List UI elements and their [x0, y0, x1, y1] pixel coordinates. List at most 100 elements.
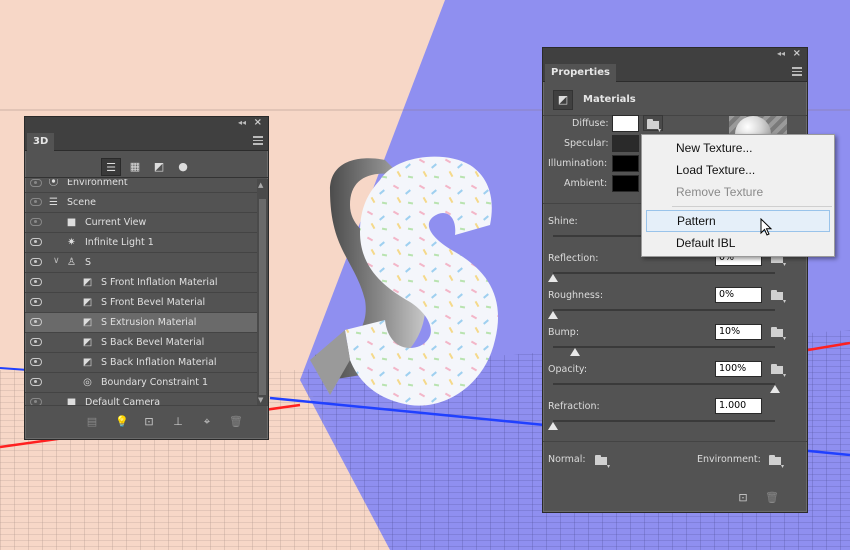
caret-icon: ▾: [781, 463, 785, 470]
tab-properties[interactable]: Properties: [545, 64, 616, 82]
scroll-up-icon[interactable]: ▲: [258, 181, 263, 189]
light-filter-icon[interactable]: ●: [173, 158, 193, 176]
tab-3d[interactable]: 3D: [27, 133, 55, 151]
tree-row[interactable]: ◎ Boundary Constraint 1: [25, 373, 257, 393]
mouse-cursor-icon: [760, 218, 773, 236]
visibility-eye-icon[interactable]: [30, 358, 42, 366]
shine-label: Shine:: [548, 216, 578, 227]
ambient-label: Ambient:: [564, 178, 608, 189]
panel-menu-icon[interactable]: [792, 67, 802, 76]
menu-item-load-texture[interactable]: Load Texture...: [642, 159, 834, 181]
opacity-slider[interactable]: [553, 383, 775, 385]
tree-row[interactable]: ☰ Scene: [25, 193, 257, 213]
close-icon[interactable]: ×: [793, 48, 801, 59]
roughness-texture-button[interactable]: ▾: [771, 287, 791, 305]
material-filter-icon[interactable]: ◩: [149, 158, 169, 176]
panel-tab-bar: 3D: [25, 131, 268, 151]
scene-filter-icon[interactable]: ☰: [101, 158, 121, 176]
tree-row[interactable]: ◩ S Back Bevel Material: [25, 333, 257, 353]
reflection-slider[interactable]: [553, 272, 775, 274]
tree-row[interactable]: ◩ S Front Inflation Material: [25, 273, 257, 293]
texture-context-menu: New Texture... Load Texture... Remove Te…: [641, 134, 835, 257]
bump-input[interactable]: 10%: [715, 324, 762, 340]
add-light-icon[interactable]: 💡: [115, 415, 129, 429]
bump-slider-thumb[interactable]: [570, 348, 581, 356]
tree-row[interactable]: ∨ ♙ S: [25, 253, 257, 273]
tree-row-label: S Front Bevel Material: [101, 297, 206, 308]
delete-icon[interactable]: 🗑: [229, 415, 243, 429]
tree-row[interactable]: ◩ S Front Bevel Material: [25, 293, 257, 313]
reflection-slider-thumb[interactable]: [548, 274, 558, 282]
collapse-icon[interactable]: ◂◂: [238, 118, 246, 127]
section-title: Materials: [583, 94, 636, 105]
scroll-thumb[interactable]: [259, 199, 266, 395]
bump-texture-button[interactable]: ▾: [771, 324, 791, 342]
chevron-down-icon[interactable]: ∨: [53, 256, 60, 266]
panel-titlebar[interactable]: ◂◂ ×: [543, 48, 807, 62]
environment-icon: ⦿: [48, 179, 59, 188]
specular-color-swatch[interactable]: [612, 135, 639, 152]
normal-texture-button[interactable]: ▾: [595, 452, 615, 470]
scroll-down-icon[interactable]: ▼: [258, 396, 263, 404]
visibility-eye-icon[interactable]: [30, 338, 42, 346]
visibility-eye-icon[interactable]: [30, 318, 42, 326]
diffuse-color-swatch[interactable]: [612, 115, 639, 132]
opacity-texture-button[interactable]: ▾: [771, 361, 791, 379]
visibility-eye-icon[interactable]: [30, 218, 42, 226]
visibility-eye-icon[interactable]: [30, 238, 42, 246]
panel-menu-icon[interactable]: [253, 136, 263, 145]
collapse-icon[interactable]: ◂◂: [777, 49, 785, 58]
new-object-icon[interactable]: ⊡: [142, 415, 156, 429]
tree-row[interactable]: ◩ S Extrusion Material: [25, 313, 257, 333]
tree-row-label: Default Camera: [85, 397, 161, 405]
visibility-eye-icon[interactable]: [30, 278, 42, 286]
new-material-icon[interactable]: ⊡: [736, 491, 750, 505]
visibility-eye-icon[interactable]: [30, 198, 42, 206]
ambient-color-swatch[interactable]: [612, 175, 639, 192]
tree-row[interactable]: ◩ S Back Inflation Material: [25, 353, 257, 373]
material-icon: ◩: [82, 337, 93, 348]
visibility-eye-icon[interactable]: [30, 258, 42, 266]
menu-item-new-texture[interactable]: New Texture...: [642, 137, 834, 159]
environment-label: Environment:: [697, 454, 761, 465]
illumination-color-swatch[interactable]: [612, 155, 639, 172]
3d-panel-footer: ▤ 💡 ⊡ ⊥ ⌖ 🗑: [25, 405, 268, 439]
bump-slider[interactable]: [553, 346, 775, 348]
close-icon[interactable]: ×: [254, 117, 262, 128]
material-icon: ◩: [82, 277, 93, 288]
tree-row[interactable]: ⦿ Environment: [25, 179, 257, 193]
ground-icon[interactable]: ⊥: [171, 415, 185, 429]
menu-item-default-ibl[interactable]: Default IBL: [642, 232, 834, 254]
visibility-eye-icon[interactable]: [30, 298, 42, 306]
tree-row[interactable]: ■ Default Camera: [25, 393, 257, 405]
caret-icon: ▾: [783, 298, 787, 305]
tree-row[interactable]: ✷ Infinite Light 1: [25, 233, 257, 253]
caret-icon: ▾: [783, 335, 787, 342]
mesh-filter-icon[interactable]: ▦: [125, 158, 145, 176]
constraint-tool-icon[interactable]: ⌖: [200, 415, 214, 429]
tree-row[interactable]: ■ Current View: [25, 213, 257, 233]
roughness-slider[interactable]: [553, 309, 775, 311]
scene-tree-scrollbar[interactable]: ▲ ▼: [257, 179, 268, 405]
reflection-label: Reflection:: [548, 253, 599, 264]
camera-icon: ■: [66, 397, 77, 405]
roughness-slider-thumb[interactable]: [548, 311, 558, 319]
roughness-input[interactable]: 0%: [715, 287, 762, 303]
visibility-eye-icon[interactable]: [30, 398, 42, 405]
refraction-slider[interactable]: [553, 420, 775, 422]
delete-icon[interactable]: 🗑: [765, 491, 779, 505]
visibility-eye-icon[interactable]: [30, 179, 42, 187]
environment-texture-button[interactable]: ▾: [769, 452, 789, 470]
opacity-input[interactable]: 100%: [715, 361, 762, 377]
panel-titlebar[interactable]: ◂◂ ×: [25, 117, 268, 131]
menu-separator: [672, 206, 832, 207]
menu-item-pattern[interactable]: Pattern: [646, 210, 830, 232]
tree-row-label: S Back Bevel Material: [101, 337, 205, 348]
opacity-slider-thumb[interactable]: [770, 385, 780, 393]
refraction-input[interactable]: 1.000: [715, 398, 762, 414]
normal-label: Normal:: [548, 454, 586, 465]
refraction-slider-thumb[interactable]: [548, 422, 558, 430]
diffuse-texture-button[interactable]: ▾: [643, 115, 663, 134]
visibility-eye-icon[interactable]: [30, 378, 42, 386]
render-icon[interactable]: ▤: [85, 415, 99, 429]
